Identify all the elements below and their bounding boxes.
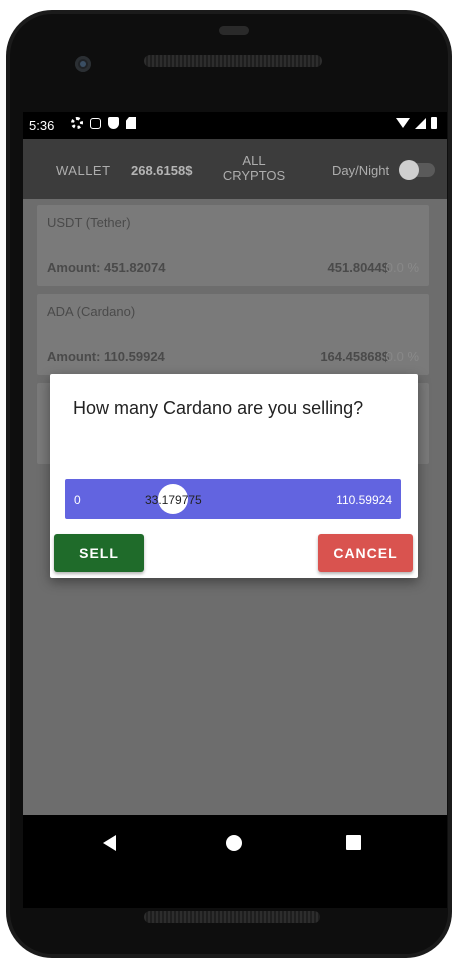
recent-apps-icon[interactable] (346, 835, 361, 850)
sd-card-icon (126, 117, 136, 129)
shield-icon (108, 117, 119, 129)
crypto-change-value: 0.0 (385, 260, 404, 275)
crypto-change-value: 0.0 (385, 349, 404, 364)
app-bar: WALLET 268.6158$ ALL CRYPTOS Day/Night (23, 139, 447, 199)
toggle-knob (399, 160, 419, 180)
all-cryptos-line1: ALL (242, 153, 266, 168)
navigation-bar (23, 815, 447, 908)
amount-slider[interactable]: 0 33.179775 110.59924 (65, 479, 401, 519)
settings-gear-icon (71, 117, 83, 129)
day-night-toggle[interactable] (399, 160, 435, 180)
sell-button[interactable]: SELL (54, 534, 144, 572)
crypto-change: 0.0 % (386, 260, 419, 275)
status-bar: 5:36 (23, 112, 447, 139)
bottom-speaker-grille (144, 911, 320, 923)
day-night-label: Day/Night (332, 163, 390, 178)
signal-icon (415, 117, 426, 129)
top-speaker-grille (144, 55, 322, 67)
sim-icon (90, 117, 101, 129)
home-icon[interactable] (226, 835, 242, 851)
wifi-icon (396, 118, 410, 128)
crypto-card-ada[interactable]: ADA (Cardano) Amount: 110.59924 164.4586… (37, 294, 429, 375)
all-cryptos-line2: CRYPTOS (222, 168, 286, 183)
crypto-change: 0.0 % (386, 349, 419, 364)
crypto-name: ADA (Cardano) (47, 304, 136, 319)
all-cryptos-tab[interactable]: ALL CRYPTOS (221, 153, 287, 183)
dialog-title: How many Cardano are you selling? (73, 398, 364, 418)
crypto-value: 164.45868$ (320, 349, 389, 364)
earpiece (219, 26, 249, 35)
front-camera (75, 56, 91, 72)
status-time: 5:36 (29, 118, 55, 133)
sell-dialog: How many Cardano are you selling? 0 33.1… (50, 374, 418, 578)
crypto-amount: Amount: 451.82074 (47, 260, 166, 275)
slider-min: 0 (74, 493, 81, 507)
crypto-change-sign: % (407, 260, 419, 275)
slider-current-value: 33.179775 (145, 493, 202, 507)
status-system-icons (396, 117, 437, 129)
back-icon[interactable] (103, 835, 116, 851)
crypto-card-usdt[interactable]: USDT (Tether) Amount: 451.82074 451.8044… (37, 205, 429, 286)
crypto-value: 451.8044$ (327, 260, 389, 275)
battery-icon (431, 117, 437, 129)
slider-max: 110.59924 (336, 493, 392, 507)
crypto-amount: Amount: 110.59924 (47, 349, 165, 364)
status-notification-icons (71, 117, 136, 129)
wallet-balance: 268.6158$ (131, 163, 193, 178)
cancel-button[interactable]: CANCEL (318, 534, 413, 572)
crypto-change-sign: % (407, 349, 419, 364)
wallet-label[interactable]: WALLET (56, 163, 111, 178)
crypto-name: USDT (Tether) (47, 215, 131, 230)
